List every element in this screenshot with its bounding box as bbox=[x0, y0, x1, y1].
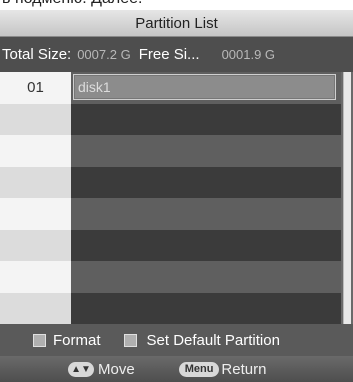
partition-name-cell bbox=[71, 135, 341, 167]
move-label: Move bbox=[98, 360, 135, 378]
page-caption-strip: в подменю. Далее. bbox=[0, 0, 353, 10]
free-size-value: 0001.9 G bbox=[221, 47, 276, 62]
menu-key-icon: Menu bbox=[178, 361, 220, 377]
partition-row[interactable] bbox=[0, 292, 353, 324]
format-label: Format bbox=[53, 331, 101, 349]
total-size-value: 0007.2 G bbox=[77, 47, 131, 62]
up-down-arrow-icon: ▲▼ bbox=[68, 361, 94, 377]
set-default-key-icon bbox=[123, 333, 137, 347]
legend-bar: Format Set Default Partition bbox=[0, 324, 353, 356]
size-info-bar: Total Size: 0007.2 G Free Si... 0001.9 G bbox=[0, 37, 353, 72]
set-default-label: Set Default Partition bbox=[146, 331, 280, 349]
title-bar: Partition List bbox=[0, 10, 353, 37]
partition-name-cell bbox=[71, 229, 341, 261]
free-size-label: Free Si... bbox=[138, 46, 200, 63]
partition-name-cell bbox=[71, 103, 341, 135]
partition-row[interactable] bbox=[0, 198, 353, 230]
partition-name-cell bbox=[71, 166, 341, 198]
partition-index bbox=[0, 103, 71, 135]
partition-name-cell bbox=[71, 198, 341, 230]
partition-name-cell bbox=[71, 292, 341, 324]
total-size-label: Total Size: bbox=[2, 46, 72, 63]
partition-row[interactable]: 01 disk1 bbox=[0, 72, 353, 104]
partition-index bbox=[0, 166, 71, 198]
partition-index: 01 bbox=[0, 72, 71, 104]
partition-name-cell bbox=[71, 261, 341, 293]
format-key-icon bbox=[33, 333, 46, 347]
page-caption: в подменю. Далее. bbox=[2, 0, 142, 8]
partition-index bbox=[0, 292, 71, 324]
partition-row[interactable] bbox=[0, 103, 353, 135]
partition-row[interactable] bbox=[0, 261, 353, 293]
partition-index bbox=[0, 135, 71, 167]
partition-row[interactable] bbox=[0, 135, 353, 167]
footer-hints: ▲▼ Move Menu Return bbox=[0, 356, 353, 382]
scrollbar-thumb[interactable] bbox=[343, 72, 351, 324]
partition-index bbox=[0, 261, 71, 293]
partition-index bbox=[0, 198, 71, 230]
partition-row[interactable] bbox=[0, 166, 353, 198]
partition-name-selected[interactable]: disk1 bbox=[73, 74, 336, 100]
return-label: Return bbox=[221, 360, 267, 378]
partition-index bbox=[0, 229, 71, 261]
partition-row[interactable] bbox=[0, 229, 353, 261]
page-title: Partition List bbox=[135, 14, 218, 32]
partition-list[interactable]: 01 disk1 bbox=[0, 72, 353, 324]
